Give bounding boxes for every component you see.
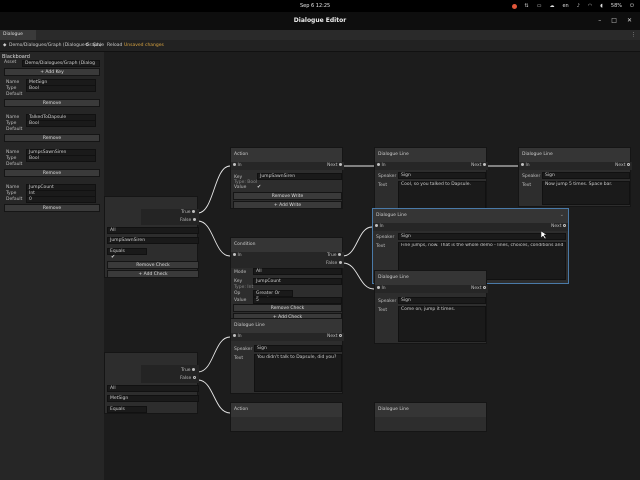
false-port[interactable]: False	[180, 217, 196, 225]
next-port[interactable]: Next	[471, 285, 486, 293]
action-node[interactable]: Action In Next Key JumpSawnSiren Type: B…	[230, 147, 344, 209]
speaker-label: Speaker	[376, 235, 395, 240]
node-header	[105, 197, 197, 205]
text-label: Text	[522, 183, 532, 188]
speaker-field[interactable]: Sign	[254, 345, 342, 352]
connection-wire[interactable]	[342, 262, 375, 290]
remove-write-button[interactable]: Remove Write	[233, 192, 342, 200]
speaker-field[interactable]: Sign	[542, 172, 630, 179]
next-port[interactable]: Next	[471, 162, 486, 170]
text-area[interactable]: Come on, jump it times.	[398, 306, 486, 342]
speaker-label: Speaker	[522, 174, 541, 179]
condition-node[interactable]: Condition In True False Mode All Key Jum…	[230, 237, 344, 321]
value-field[interactable]: 5	[253, 297, 342, 304]
in-port[interactable]: In	[377, 285, 386, 293]
next-port[interactable]: Next	[615, 162, 630, 170]
speaker-label: Speaker	[234, 347, 253, 352]
false-port[interactable]: False	[180, 375, 196, 383]
text-label: Text	[376, 244, 386, 249]
text-area[interactable]: Now jump 5 times. Space bar.	[542, 181, 630, 205]
action-node-bottom[interactable]: Action	[230, 402, 343, 432]
next-port[interactable]: Next	[327, 162, 342, 170]
in-port[interactable]: In	[377, 162, 386, 170]
connection-wire[interactable]	[342, 226, 373, 257]
connection-wire[interactable]	[197, 336, 231, 373]
dialogue-line-node[interactable]: Dialogue Line In Next Speaker Sign Text …	[230, 318, 344, 394]
node-title: Dialogue Line	[519, 148, 630, 162]
condition-node-left-2[interactable]: True False All MetSign Equals	[104, 352, 199, 414]
in-port[interactable]: In	[521, 162, 530, 170]
node-title: Dialogue Line	[375, 148, 486, 162]
mode-dropdown[interactable]: All	[107, 385, 199, 392]
in-port[interactable]: In	[233, 333, 242, 341]
in-port[interactable]: In	[375, 223, 384, 231]
node-title: Action	[231, 403, 342, 417]
value-checkbox[interactable]: ✔	[257, 184, 261, 190]
dialogue-line-node[interactable]: Dialogue Line In Next Speaker Sign Text …	[518, 147, 632, 207]
key-dropdown[interactable]: JumpSawnSiren	[107, 237, 199, 244]
key-dropdown[interactable]: JumpSawnSiren	[257, 173, 342, 180]
add-check-button[interactable]: + Add Check	[107, 270, 199, 278]
in-port[interactable]: In	[233, 162, 242, 170]
condition-node-left-1[interactable]: True False All JumpSawnSiren Equals ✔ Re…	[104, 196, 199, 278]
dialogue-line-node[interactable]: Dialogue Line In Next Speaker Sign Text …	[374, 270, 488, 344]
key-dropdown[interactable]: MetSign	[107, 395, 199, 402]
mode-dropdown[interactable]: All	[107, 227, 199, 234]
node-title: Dialogue Line	[375, 403, 486, 417]
mode-dropdown[interactable]: All	[253, 268, 342, 275]
remove-check-button[interactable]: Remove Check	[107, 261, 199, 269]
true-port[interactable]: True	[181, 209, 195, 217]
op-dropdown[interactable]: Equals	[107, 406, 147, 413]
connection-wire[interactable]	[197, 165, 231, 214]
connection-wire[interactable]	[197, 379, 231, 414]
value-label: Value	[234, 185, 247, 190]
next-port[interactable]: Next	[327, 333, 342, 341]
node-title: Dialogue Line	[375, 271, 486, 285]
next-port[interactable]: Next	[551, 223, 566, 231]
dialogue-line-node-bottom[interactable]: Dialogue Line	[374, 402, 487, 432]
node-title: Dialogue Line	[231, 319, 342, 333]
type-label: Type: Int	[234, 285, 254, 290]
speaker-field[interactable]: Sign	[398, 297, 486, 304]
text-area[interactable]: You didn't talk to Dapsule, did you?	[254, 354, 342, 392]
text-label: Text	[234, 356, 244, 361]
node-header	[105, 353, 197, 361]
node-title: Condition	[231, 238, 342, 252]
value-checkbox[interactable]: ✔	[111, 254, 115, 260]
text-label: Text	[378, 308, 388, 313]
true-port[interactable]: True	[327, 252, 341, 260]
false-port[interactable]: False	[326, 260, 342, 268]
node-title: Action	[231, 148, 342, 162]
true-port[interactable]: True	[181, 367, 195, 375]
add-write-button[interactable]: + Add Write	[233, 201, 342, 209]
connection-wire[interactable]	[197, 220, 231, 257]
remove-check-button[interactable]: Remove Check	[233, 304, 342, 312]
key-label: Key	[234, 279, 243, 284]
speaker-label: Speaker	[378, 174, 397, 179]
mouse-cursor-icon	[541, 231, 547, 239]
text-label: Text	[378, 183, 388, 188]
op-label: Op	[234, 291, 241, 296]
key-dropdown[interactable]: JumpCount	[253, 278, 342, 285]
collapse-icon[interactable]: ⌄	[560, 212, 564, 218]
speaker-field[interactable]: Sign	[398, 172, 486, 179]
speaker-label: Speaker	[378, 299, 397, 304]
value-label: Value	[234, 298, 247, 303]
op-dropdown[interactable]: Greater Or Equals	[253, 290, 293, 302]
in-port[interactable]: In	[233, 252, 242, 260]
mode-label: Mode	[234, 270, 247, 275]
node-title: Dialogue Line	[373, 209, 568, 223]
